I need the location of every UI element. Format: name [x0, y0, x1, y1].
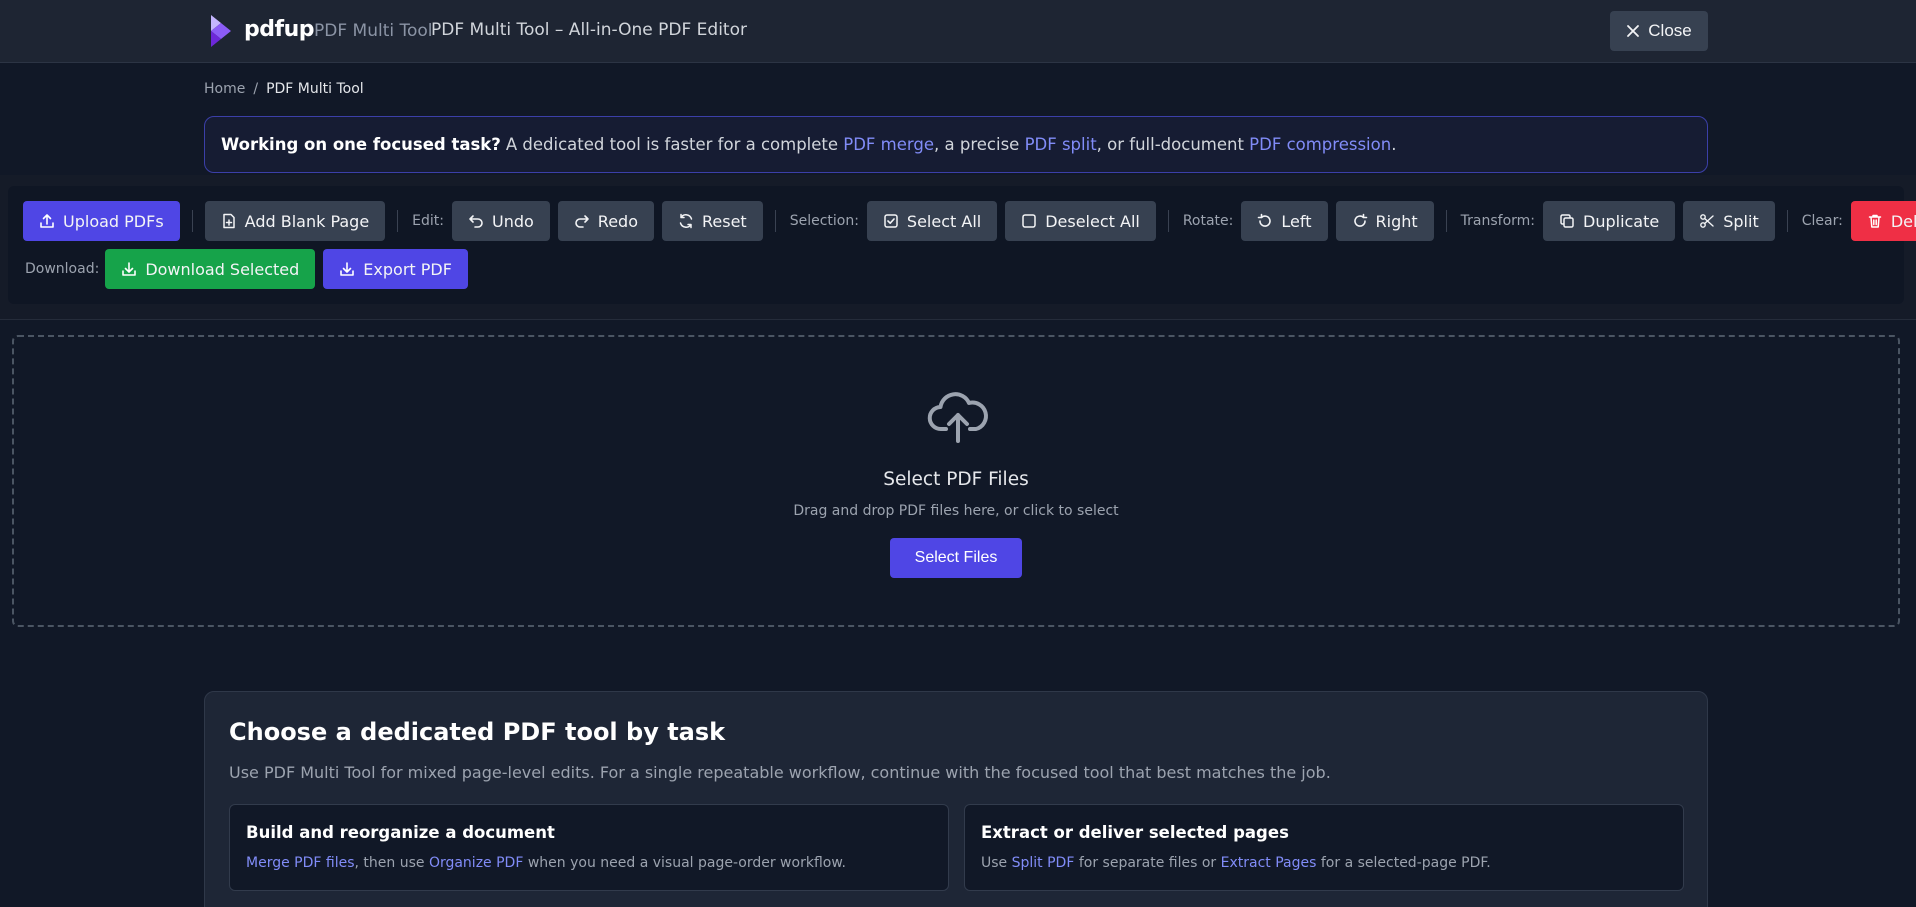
close-label: Close: [1648, 21, 1692, 40]
rotate-right-label: Right: [1375, 211, 1418, 231]
edit-label: Edit:: [412, 213, 444, 229]
tool-card-text: Use Split PDF for separate files or Extr…: [981, 855, 1491, 871]
toolbar-divider: [1445, 210, 1447, 232]
split-pdf-link[interactable]: Split PDF: [1012, 855, 1075, 871]
merge-pdf-link[interactable]: Merge PDF files: [246, 855, 355, 871]
notice-text-3: , or full-document: [1096, 135, 1250, 154]
tool-card-text-part: for a selected-page PDF.: [1316, 855, 1491, 871]
tools-description: Use PDF Multi Tool for mixed page-level …: [229, 763, 1331, 782]
split-button[interactable]: Split: [1683, 201, 1775, 241]
tool-card-title: Build and reorganize a document: [246, 823, 555, 842]
add-blank-page-button[interactable]: Add Blank Page: [204, 201, 386, 241]
split-label: Split: [1723, 211, 1759, 231]
tool-card-text-part: , then use: [354, 855, 429, 871]
extract-pages-link[interactable]: Extract Pages: [1221, 855, 1317, 871]
selection-label: Selection:: [789, 213, 859, 229]
breadcrumb-home[interactable]: Home: [204, 81, 245, 97]
tool-card-text-part: for separate files or: [1074, 855, 1221, 871]
download-icon: [122, 262, 137, 276]
rotate-right-button[interactable]: Right: [1335, 201, 1434, 241]
rotate-label: Rotate:: [1182, 213, 1234, 229]
pdfup-logo-icon: [211, 15, 231, 47]
checkbox-empty-icon: [1022, 214, 1036, 228]
dropzone-title: Select PDF Files: [883, 469, 1029, 490]
toolbar: Upload PDFs Add Blank Page Edit: Undo Re…: [8, 186, 1916, 304]
toolbar-divider: [774, 210, 776, 232]
trash-icon: [1868, 214, 1882, 228]
upload-icon: [40, 214, 54, 228]
top-bar: pdfup PDF Multi Tool PDF Multi Tool – Al…: [0, 0, 1916, 63]
tool-card-extract-deliver: Extract or deliver selected pages Use Sp…: [964, 804, 1684, 891]
toolbar-divider: [397, 210, 399, 232]
breadcrumb-current: PDF Multi Tool: [266, 81, 364, 97]
select-all-button[interactable]: Select All: [866, 201, 998, 241]
brand-name[interactable]: pdfup: [244, 17, 314, 42]
close-button[interactable]: Close: [1610, 11, 1708, 51]
select-files-button[interactable]: Select Files: [890, 538, 1022, 578]
notice-text-1: A dedicated tool is faster for a complet…: [505, 135, 844, 154]
transform-label: Transform:: [1460, 213, 1535, 229]
download-label: Download:: [25, 261, 100, 277]
page-title: PDF Multi Tool – All-in-One PDF Editor: [431, 20, 747, 40]
file-plus-icon: [222, 213, 235, 229]
toolbar-divider: [1786, 210, 1788, 232]
tool-card-text-part: Use: [981, 855, 1012, 871]
breadcrumb: Home / PDF Multi Tool: [204, 81, 364, 97]
tool-card-text: Merge PDF files, then use Organize PDF w…: [246, 855, 846, 871]
redo-label: Redo: [597, 211, 638, 231]
close-icon: [1627, 25, 1640, 37]
notice-lead: Working on one focused task?: [221, 135, 501, 154]
tools-title: Choose a dedicated PDF tool by task: [229, 718, 726, 746]
pdf-split-link[interactable]: PDF split: [1025, 135, 1097, 154]
toolbar-divider: [191, 210, 193, 232]
select-all-label: Select All: [906, 211, 982, 231]
redo-icon: [575, 215, 589, 228]
redo-button[interactable]: Redo: [557, 201, 654, 241]
notice-text-4: .: [1391, 135, 1397, 154]
file-dropzone[interactable]: Select PDF Files Drag and drop PDF files…: [12, 335, 1900, 627]
download-selected-button[interactable]: Download Selected: [105, 249, 316, 289]
reset-label: Reset: [701, 211, 747, 231]
rotate-right-icon: [1353, 213, 1367, 227]
duplicate-label: Duplicate: [1583, 211, 1660, 231]
export-pdf-label: Export PDF: [363, 259, 452, 279]
tool-card-build-reorganize: Build and reorganize a document Merge PD…: [229, 804, 949, 891]
dedicated-tools-section: Choose a dedicated PDF tool by task Use …: [204, 691, 1708, 907]
rotate-left-icon: [1258, 213, 1272, 227]
breadcrumb-separator: /: [253, 81, 259, 97]
toolbar-divider: [1167, 210, 1169, 232]
undo-button[interactable]: Undo: [452, 201, 550, 241]
deselect-all-label: Deselect All: [1045, 211, 1140, 231]
delete-button[interactable]: Delete: [1850, 201, 1916, 241]
delete-label: Delete: [1890, 211, 1916, 231]
focused-task-notice: Working on one focused task? A dedicated…: [204, 116, 1708, 173]
upload-pdfs-button[interactable]: Upload PDFs: [23, 201, 180, 241]
export-pdf-button[interactable]: Export PDF: [323, 249, 468, 289]
upload-pdfs-label: Upload PDFs: [63, 211, 164, 231]
rotate-left-label: Left: [1281, 211, 1312, 231]
refresh-icon: [679, 213, 693, 229]
checkbox-checked-icon: [884, 214, 898, 228]
download-icon: [340, 262, 355, 276]
clear-label: Clear:: [1801, 213, 1843, 229]
rotate-left-button[interactable]: Left: [1241, 201, 1328, 241]
tool-card-text-part: when you need a visual page-order workfl…: [523, 855, 846, 871]
deselect-all-button[interactable]: Deselect All: [1005, 201, 1156, 241]
cloud-upload-icon: [927, 392, 988, 443]
duplicate-button[interactable]: Duplicate: [1543, 201, 1676, 241]
brand-subtitle: PDF Multi Tool: [314, 21, 433, 41]
pdf-compression-link[interactable]: PDF compression: [1249, 135, 1391, 154]
organize-pdf-link[interactable]: Organize PDF: [429, 855, 523, 871]
undo-icon: [469, 215, 483, 228]
scissors-icon: [1700, 214, 1714, 228]
notice-text-2: , a precise: [934, 135, 1025, 154]
dropzone-subtitle: Drag and drop PDF files here, or click t…: [793, 503, 1119, 519]
add-blank-page-label: Add Blank Page: [244, 211, 370, 231]
tool-card-title: Extract or deliver selected pages: [981, 823, 1289, 842]
undo-label: Undo: [492, 211, 534, 231]
pdf-merge-link[interactable]: PDF merge: [843, 135, 934, 154]
copy-icon: [1560, 214, 1574, 228]
download-selected-label: Download Selected: [145, 259, 300, 279]
reset-button[interactable]: Reset: [661, 201, 763, 241]
